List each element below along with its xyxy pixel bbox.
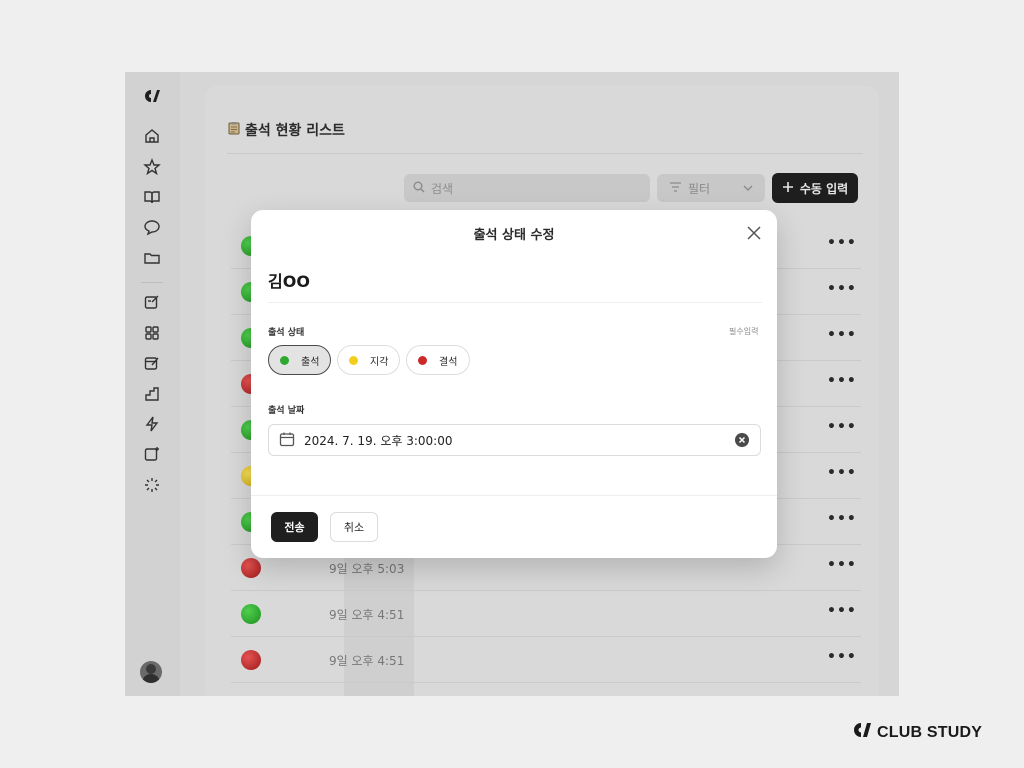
submit-button[interactable]: 전송 (271, 512, 318, 542)
search-icon (413, 181, 425, 196)
red-status-dot-icon (241, 558, 261, 578)
more-options-icon[interactable]: ••• (827, 419, 857, 435)
page-title: 출석 현황 리스트 (227, 120, 345, 140)
filter-label: 필터 (688, 181, 711, 196)
yellow-dot-icon (349, 355, 358, 365)
modal-divider (268, 302, 762, 303)
sidebar (125, 72, 180, 696)
row-time: 9일 오후 4:51 (329, 654, 405, 668)
status-label: 출석 상태 (268, 328, 305, 338)
status-option-absent[interactable]: 결석 (406, 345, 470, 375)
date-label: 출석 날짜 (268, 406, 305, 416)
book-icon[interactable] (143, 188, 161, 206)
clear-icon[interactable] (735, 433, 749, 447)
filter-dropdown[interactable]: 필터 (657, 174, 765, 202)
table-row[interactable]: 9일 오후 4:51 ••• (231, 637, 861, 683)
more-options-icon[interactable]: ••• (827, 465, 857, 481)
table-row[interactable]: 9일 오후 4:51 ••• (231, 591, 861, 637)
home-icon[interactable] (143, 127, 161, 145)
star-icon[interactable] (143, 158, 161, 176)
calendar-icon (279, 431, 295, 450)
more-options-icon[interactable]: ••• (827, 511, 857, 527)
search-input[interactable]: 검색 (404, 174, 650, 202)
chevron-down-icon (743, 181, 753, 195)
sidebar-divider (141, 282, 163, 283)
more-options-icon[interactable]: ••• (827, 373, 857, 389)
folder-icon[interactable] (143, 249, 161, 267)
grid-icon[interactable] (143, 324, 161, 342)
red-status-dot-icon (241, 650, 261, 670)
close-icon[interactable] (745, 224, 763, 242)
club-study-logo-icon[interactable] (143, 87, 161, 105)
chat-icon[interactable] (143, 218, 161, 236)
brand-name: CLUB STUDY (877, 723, 983, 741)
title-divider (227, 153, 863, 154)
lightning-icon[interactable] (143, 415, 161, 433)
search-placeholder: 검색 (431, 181, 454, 196)
more-options-icon[interactable]: ••• (827, 235, 857, 251)
more-options-icon[interactable]: ••• (827, 649, 857, 665)
edit-attendance-modal: 출석 상태 수정 김OO 출석 상태 필수입력 출석 지각 결석 출석 날짜 2… (251, 210, 777, 558)
more-options-icon[interactable]: ••• (827, 557, 857, 573)
green-status-dot-icon (241, 604, 261, 624)
more-options-icon[interactable]: ••• (827, 281, 857, 297)
filter-icon (669, 181, 682, 196)
student-name: 김OO (268, 272, 310, 291)
status-option-label: 결석 (439, 356, 458, 368)
modal-title: 출석 상태 수정 (473, 228, 555, 243)
club-study-logo-icon (853, 722, 873, 743)
manual-entry-label: 수동 입력 (799, 181, 849, 196)
stairs-icon[interactable] (143, 385, 161, 403)
brand-logo: CLUB STUDY (853, 722, 982, 743)
plus-icon (782, 181, 794, 196)
more-options-icon[interactable]: ••• (827, 327, 857, 343)
avatar[interactable] (140, 661, 162, 683)
sparkle-edit-icon[interactable] (143, 445, 161, 463)
more-options-icon[interactable]: ••• (827, 603, 857, 619)
red-dot-icon (418, 355, 427, 365)
footer-divider (251, 495, 777, 496)
date-value: 2024. 7. 19. 오후 3:00:00 (304, 433, 453, 448)
page-title-text: 출석 현황 리스트 (245, 123, 345, 139)
calendar-edit-icon[interactable] (143, 354, 161, 372)
clipboard-icon (227, 121, 241, 139)
note-edit-icon[interactable] (143, 293, 161, 311)
status-option-label: 지각 (370, 356, 389, 368)
manual-entry-button[interactable]: 수동 입력 (772, 173, 858, 203)
row-time: 9일 오후 4:51 (329, 608, 405, 622)
green-dot-icon (280, 355, 289, 365)
required-label: 필수입력 (729, 327, 759, 336)
status-option-late[interactable]: 지각 (337, 345, 400, 375)
row-time: 9일 오후 5:03 (329, 562, 405, 576)
cancel-button[interactable]: 취소 (330, 512, 378, 542)
date-field[interactable]: 2024. 7. 19. 오후 3:00:00 (268, 424, 761, 456)
status-option-present[interactable]: 출석 (268, 345, 331, 375)
status-option-label: 출석 (301, 356, 320, 368)
loader-icon[interactable] (143, 476, 161, 494)
